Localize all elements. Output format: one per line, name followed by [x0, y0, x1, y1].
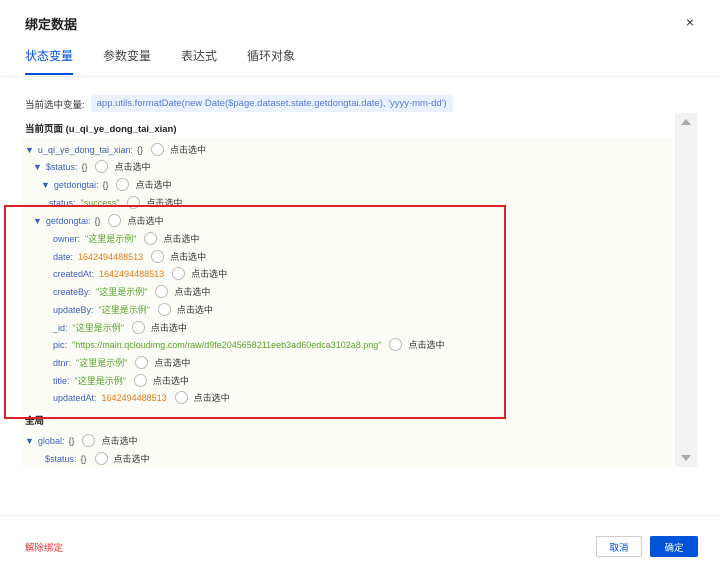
select-radio[interactable]	[151, 143, 165, 156]
select-radio[interactable]	[94, 452, 108, 465]
tab-loop-object[interactable]: 循环对象	[247, 47, 295, 75]
select-radio[interactable]	[116, 178, 130, 191]
node-brace: {}	[80, 453, 87, 464]
node-key: getdongtai:	[53, 179, 99, 190]
footer-divider	[0, 515, 720, 516]
node-key: $status:	[45, 161, 78, 172]
highlight-box	[4, 205, 506, 419]
close-icon[interactable]: ×	[686, 14, 694, 30]
tab-expression[interactable]: 表达式	[181, 47, 217, 75]
tab-parameter-variables[interactable]: 参数变量	[103, 47, 151, 75]
click-select-label[interactable]: 点击选中	[170, 143, 206, 156]
current-selection-value: app.utils.formatDate(new Date($page.data…	[90, 95, 453, 112]
node-key: u_qi_ye_dong_tai_xian:	[37, 144, 134, 155]
node-brace: {}	[68, 435, 75, 446]
tree-node-page[interactable]: ▼ u_qi_ye_dong_tai_xian: {} 点击选中	[25, 143, 206, 156]
expand-arrow-icon[interactable]: ▼	[25, 145, 34, 155]
tree-node-global-status[interactable]: $status: {} 点击选中	[45, 452, 150, 465]
unbind-link[interactable]: 解除绑定	[25, 540, 63, 554]
node-brace: {}	[81, 161, 88, 172]
expand-arrow-icon[interactable]: ▼	[33, 162, 42, 172]
expand-arrow-icon[interactable]: ▼	[41, 180, 50, 190]
current-selection: 当前选中变量: app.utils.formatDate(new Date($p…	[25, 95, 453, 112]
tree-scrollbar[interactable]	[675, 113, 697, 467]
scroll-down-icon[interactable]	[681, 455, 691, 461]
tree-node-status[interactable]: ▼ $status: {} 点击选中	[33, 160, 150, 173]
click-select-label[interactable]: 点击选中	[114, 452, 150, 465]
node-brace: {}	[102, 179, 109, 190]
node-key: global:	[37, 435, 65, 446]
click-select-label[interactable]: 点击选中	[135, 178, 171, 191]
expand-arrow-icon[interactable]: ▼	[25, 436, 34, 446]
ok-button[interactable]: 确定	[650, 536, 698, 557]
section-current-page: 当前页面 (u_qi_ye_dong_tai_xian)	[25, 124, 177, 135]
tab-bar: 状态变量 参数变量 表达式 循环对象	[25, 47, 325, 75]
tabs-divider	[0, 76, 720, 77]
cancel-button[interactable]: 取消	[596, 536, 642, 557]
node-brace: {}	[137, 144, 144, 155]
tree-node-global[interactable]: ▼ global: {} 点击选中	[25, 434, 137, 447]
click-select-label[interactable]: 点击选中	[114, 160, 150, 173]
select-radio[interactable]	[95, 160, 109, 173]
node-key: $status:	[45, 453, 77, 464]
select-radio[interactable]	[82, 434, 96, 447]
tree-node-status-getdongtai[interactable]: ▼ getdongtai: {} 点击选中	[41, 178, 172, 191]
current-selection-label: 当前选中变量:	[25, 99, 85, 111]
scroll-up-icon[interactable]	[681, 119, 691, 125]
tab-state-variables[interactable]: 状态变量	[25, 47, 74, 75]
dialog-title: 绑定数据	[25, 17, 78, 32]
click-select-label[interactable]: 点击选中	[101, 434, 137, 447]
